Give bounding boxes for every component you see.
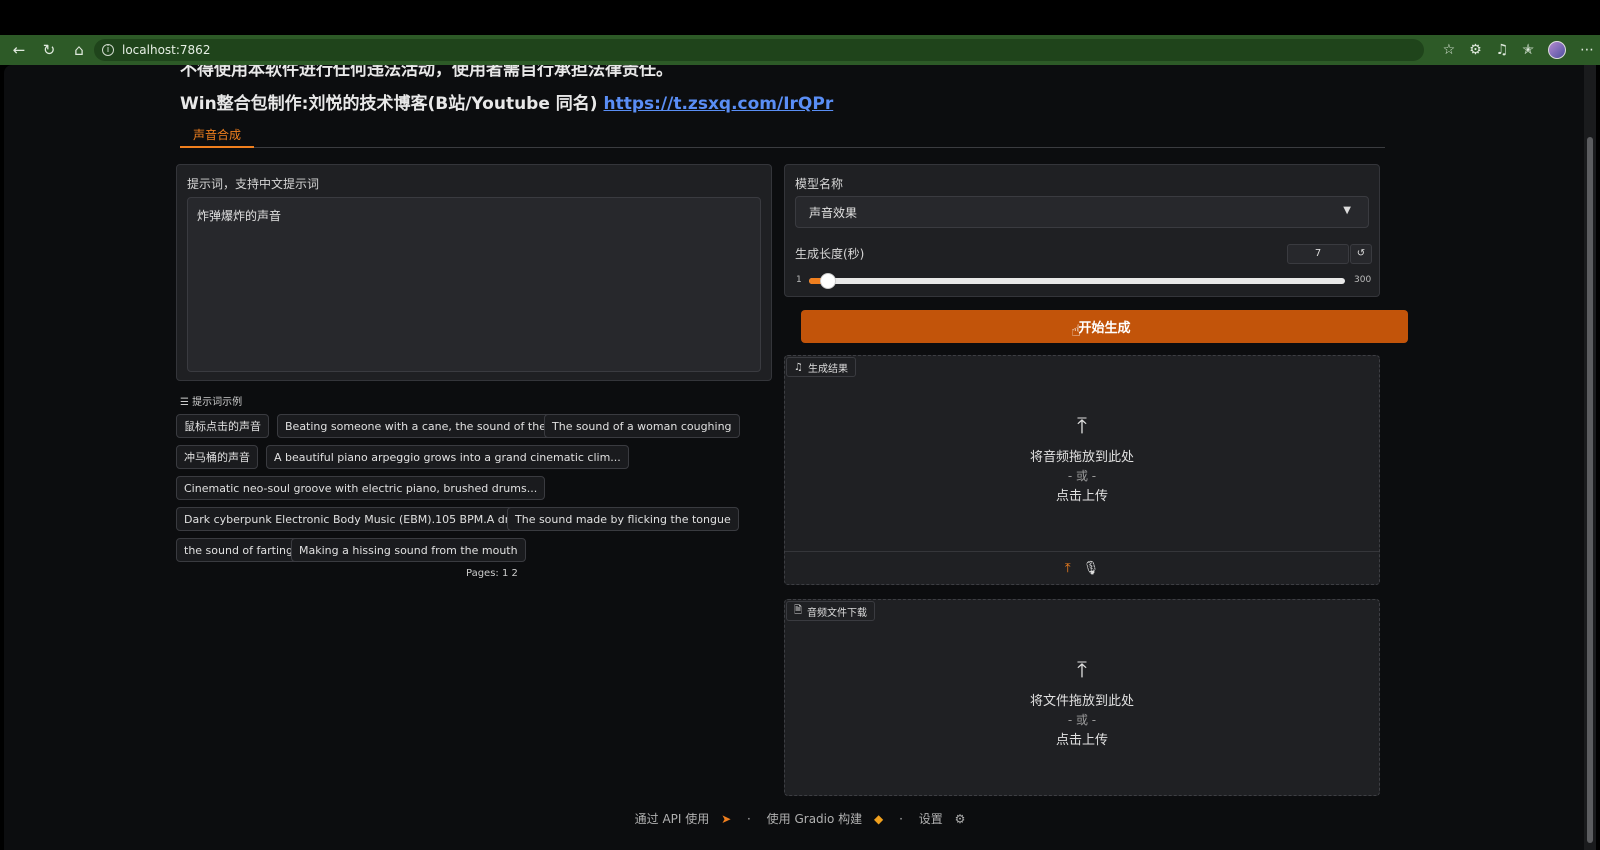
example-chip[interactable]: Beating someone with a cane, the sound o…: [277, 414, 580, 438]
upload-source-icon[interactable]: ⤒: [1065, 561, 1071, 576]
browser-actions: ☆ ⚙ ♫ ✭ ⋯: [1443, 39, 1594, 61]
site-info-icon[interactable]: i: [102, 44, 114, 56]
model-selected-value: 声音效果: [809, 205, 858, 220]
tab-sound-synthesis[interactable]: 声音合成: [180, 123, 255, 148]
url-text: localhost:7862: [122, 43, 211, 57]
examples-header-label: 提示词示例: [192, 397, 243, 408]
page-footer: 通过 API 使用 ➤ · 使用 Gradio 构建 ◆ · 设置 ⚙: [4, 810, 1596, 827]
favorites-icon[interactable]: ✭: [1522, 42, 1534, 58]
example-chip[interactable]: The sound of a woman coughing: [544, 414, 740, 438]
file-download-tag: 🗎 音频文件下载: [786, 601, 876, 621]
duration-slider-track[interactable]: [809, 278, 1345, 284]
upload-icon: ⤒: [1077, 414, 1087, 439]
favorite-star-icon[interactable]: ☆: [1443, 42, 1456, 58]
back-icon[interactable]: ←: [8, 39, 30, 61]
examples-pagination: Pages: 1 2: [466, 568, 518, 579]
pages-label: Pages:: [466, 568, 499, 579]
microphone-icon[interactable]: 🎙: [1083, 561, 1100, 576]
rocket-icon: ➤: [721, 812, 732, 826]
duration-label: 生成长度(秒): [795, 247, 865, 261]
gear-icon: ⚙: [954, 812, 966, 826]
extensions-icon[interactable]: ⚙: [1469, 42, 1482, 58]
duration-number-input[interactable]: 7: [1287, 244, 1349, 264]
api-link-label: 通过 API 使用: [634, 812, 710, 826]
more-menu-icon[interactable]: ⋯: [1580, 42, 1594, 58]
footer-separator: ·: [747, 812, 751, 826]
mouse-cursor-icon: ☝: [1071, 321, 1081, 340]
examples-header: ☰ 提示词示例: [180, 393, 242, 408]
disclaimer-heading: 不得使用本软件进行任何违法活动，使用者需自行承担法律责任。: [180, 65, 673, 80]
settings-link[interactable]: 设置 ⚙: [915, 812, 970, 826]
prompt-panel: 提示词，支持中文提示词 炸弹爆炸的声音: [176, 164, 772, 381]
audio-source-bar: ⤒ 🎙: [785, 551, 1379, 584]
reload-icon[interactable]: ↻: [38, 39, 60, 61]
example-chip[interactable]: Making a hissing sound from the mouth: [291, 538, 526, 562]
slider-max-label: 300: [1354, 275, 1372, 285]
browser-toolbar: ← ↻ ⌂ i localhost:7862 ☆ ⚙ ♫ ✭ ⋯: [0, 35, 1600, 65]
reset-icon[interactable]: ↺: [1350, 244, 1372, 264]
settings-link-label: 设置: [918, 812, 943, 826]
tab-bar: 声音合成: [180, 123, 1385, 148]
author-heading-text: Win整合包制作:刘悦的技术博客(B站/Youtube 同名): [180, 94, 604, 114]
model-label: 模型名称: [795, 177, 844, 191]
audio-result-tag-label: 生成结果: [807, 363, 848, 375]
slider-min-label: 1: [796, 275, 802, 285]
example-chip[interactable]: the sound of farting: [176, 538, 301, 562]
author-link[interactable]: https://t.zsxq.com/IrQPr: [603, 94, 833, 114]
gradio-page: 不得使用本软件进行任何违法活动，使用者需自行承担法律责任。 Win整合包制作:刘…: [4, 65, 1596, 850]
audio-result-dropzone[interactable]: ♫ 生成结果 ⤒ 将音频拖放到此处 - 或 - 点击上传 ⤒ 🎙: [784, 355, 1380, 585]
prompt-label: 提示词，支持中文提示词: [187, 177, 320, 191]
audio-drop-text: 将音频拖放到此处: [1029, 450, 1134, 465]
example-chip[interactable]: Dark cyberpunk Electronic Body Music (EB…: [176, 507, 555, 531]
upload-icon: ⤒: [1077, 658, 1087, 683]
example-chip[interactable]: 鼠标点击的声音: [176, 414, 269, 438]
duration-slider-handle[interactable]: [819, 273, 836, 289]
generate-button[interactable]: 开始生成: [801, 310, 1408, 343]
top-black-bar: [0, 0, 1600, 35]
audio-click-upload-text: 点击上传: [1055, 489, 1108, 504]
gradio-link-label: 使用 Gradio 构建: [766, 812, 863, 826]
media-icon[interactable]: ♫: [1496, 42, 1509, 58]
file-or-text: - 或 -: [1067, 713, 1097, 727]
audio-result-tag: ♫ 生成结果: [786, 357, 856, 377]
page-scrollbar[interactable]: [1584, 65, 1596, 850]
author-heading: Win整合包制作:刘悦的技术博客(B站/Youtube 同名) https://…: [180, 89, 833, 114]
page-link-1[interactable]: 1: [502, 568, 508, 579]
home-icon[interactable]: ⌂: [68, 39, 90, 61]
chevron-down-icon: ▼: [1343, 205, 1351, 216]
audio-or-text: - 或 -: [1067, 469, 1097, 483]
file-download-dropzone[interactable]: 🗎 音频文件下载 ⤒ 将文件拖放到此处 - 或 - 点击上传: [784, 599, 1380, 796]
file-icon: 🗎: [794, 604, 803, 616]
address-bar[interactable]: i localhost:7862: [94, 39, 1424, 61]
page-link-2[interactable]: 2: [512, 568, 518, 579]
example-chip[interactable]: 冲马桶的声音: [176, 445, 258, 469]
example-chip[interactable]: The sound made by flicking the tongue: [507, 507, 739, 531]
file-click-upload-text: 点击上传: [1055, 733, 1108, 748]
settings-panel: 模型名称 声音效果 ▼ 生成长度(秒) 7 ↺ 1 300: [784, 164, 1380, 297]
profile-avatar[interactable]: [1548, 41, 1566, 59]
list-icon: ☰: [180, 397, 193, 408]
example-chip[interactable]: A beautiful piano arpeggio grows into a …: [266, 445, 629, 469]
scrollbar-thumb[interactable]: [1587, 137, 1593, 843]
file-drop-text: 将文件拖放到此处: [1029, 694, 1134, 709]
footer-separator: ·: [899, 812, 903, 826]
prompt-input[interactable]: 炸弹爆炸的声音: [187, 197, 761, 372]
music-note-icon: ♫: [794, 361, 803, 373]
gradio-logo-icon: ◆: [874, 812, 884, 826]
file-download-tag-label: 音频文件下载: [807, 607, 868, 619]
gradio-link[interactable]: 使用 Gradio 构建 ◆: [763, 812, 888, 826]
model-select[interactable]: 声音效果 ▼: [795, 196, 1369, 228]
api-link[interactable]: 通过 API 使用 ➤: [631, 812, 736, 826]
example-chip[interactable]: Cinematic neo-soul groove with electric …: [176, 476, 546, 500]
